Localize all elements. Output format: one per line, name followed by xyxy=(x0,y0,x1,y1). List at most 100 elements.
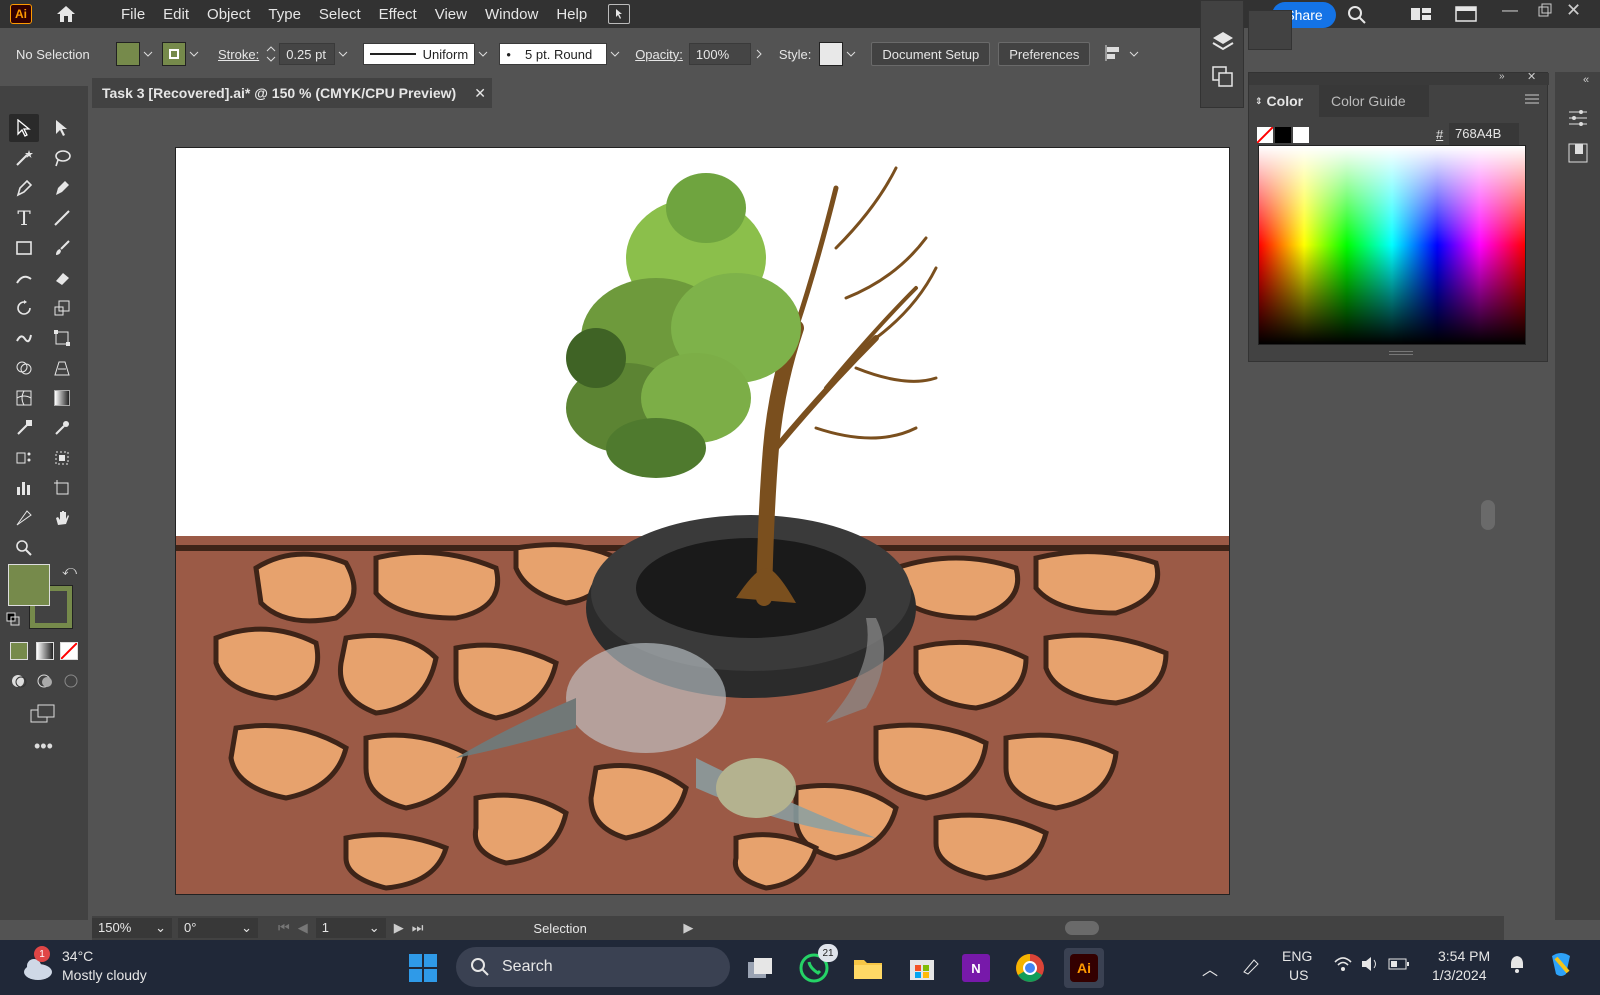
close-panel-icon[interactable]: ✕ xyxy=(1527,70,1536,83)
none-swatch-icon[interactable] xyxy=(1256,126,1274,144)
last-artboard-icon[interactable]: ⏭ xyxy=(412,920,424,936)
menu-view[interactable]: View xyxy=(426,6,476,23)
draw-inside-icon[interactable] xyxy=(62,672,80,693)
color-spectrum[interactable] xyxy=(1258,145,1526,345)
menu-window[interactable]: Window xyxy=(476,6,547,23)
task-view-icon[interactable] xyxy=(740,948,780,988)
none-mode-icon[interactable] xyxy=(60,642,78,660)
home-icon[interactable] xyxy=(54,2,78,26)
menu-object[interactable]: Object xyxy=(198,6,259,23)
clock-date[interactable]: 1/3/2024 xyxy=(1432,967,1487,983)
free-transform-tool-icon[interactable] xyxy=(47,324,77,352)
black-swatch[interactable] xyxy=(1275,127,1291,143)
opacity-chevron-right-icon[interactable] xyxy=(751,43,767,65)
magic-wand-tool-icon[interactable] xyxy=(9,144,39,172)
status-menu-arrow-icon[interactable]: ▶ xyxy=(683,920,693,936)
artboard-tool-icon[interactable] xyxy=(47,474,77,502)
stroke-stepper-icon[interactable] xyxy=(263,43,279,65)
menu-edit[interactable]: Edit xyxy=(154,6,198,23)
warp-tool-icon[interactable] xyxy=(9,324,39,352)
menu-type[interactable]: Type xyxy=(259,6,310,23)
tray-chevron-up-icon[interactable]: ︿ xyxy=(1202,956,1218,980)
white-swatch[interactable] xyxy=(1293,127,1309,143)
stroke-profile-select[interactable]: Uniform xyxy=(363,43,476,65)
slice-tool-icon[interactable] xyxy=(9,504,39,532)
arrange-documents-icon[interactable] xyxy=(608,4,630,24)
collapse-panel-icon[interactable]: » xyxy=(1499,71,1505,82)
selection-tool-icon[interactable] xyxy=(9,114,39,142)
edit-toolbar-more-icon[interactable]: ••• xyxy=(34,736,53,757)
panel-menu-icon[interactable] xyxy=(1525,93,1539,105)
gradient-tool-icon[interactable] xyxy=(47,384,77,412)
paintbrush-tool-icon[interactable] xyxy=(47,234,77,262)
rotate-tool-icon[interactable] xyxy=(9,294,39,322)
fill-color-box[interactable] xyxy=(8,564,50,606)
properties-icon[interactable] xyxy=(1567,108,1589,131)
document-tab[interactable]: Task 3 [Recovered].ai* @ 150 % (CMYK/CPU… xyxy=(92,78,492,108)
style-chevron-icon[interactable] xyxy=(843,43,859,65)
stroke-weight-input[interactable]: 0.25 pt xyxy=(279,43,336,65)
hand-tool-icon[interactable] xyxy=(47,504,77,532)
horizontal-scroll-thumb[interactable] xyxy=(1065,921,1100,935)
layers-icon[interactable] xyxy=(1211,29,1235,56)
language-primary[interactable]: ENG xyxy=(1282,948,1312,964)
menu-select[interactable]: Select xyxy=(310,6,370,23)
lasso-tool-icon[interactable] xyxy=(47,144,77,172)
tab-color[interactable]: ⇕ Color xyxy=(1249,85,1319,117)
onenote-icon[interactable]: N xyxy=(956,948,996,988)
minimize-icon[interactable]: — xyxy=(1502,2,1522,22)
perspective-grid-tool-icon[interactable] xyxy=(47,354,77,382)
notifications-bell-icon[interactable] xyxy=(1508,954,1526,977)
first-artboard-icon[interactable]: ⏮ xyxy=(278,920,290,936)
shape-builder-tool-icon[interactable] xyxy=(9,354,39,382)
restore-icon[interactable] xyxy=(1537,2,1557,22)
windows-start-icon[interactable] xyxy=(403,948,443,988)
default-fill-stroke-icon[interactable] xyxy=(6,612,20,629)
close-window-icon[interactable]: ✕ xyxy=(1566,0,1586,20)
menu-file[interactable]: File xyxy=(112,6,154,23)
pen-tool-icon[interactable] xyxy=(9,174,39,202)
close-tab-icon[interactable]: ✕ xyxy=(474,85,486,102)
artboard-number-select[interactable]: 1 ⌄ xyxy=(315,918,386,938)
chrome-icon[interactable] xyxy=(1010,948,1050,988)
preferences-button[interactable]: Preferences xyxy=(998,42,1091,66)
microsoft-store-icon[interactable] xyxy=(902,948,942,988)
rotation-select[interactable]: 0° ⌄ xyxy=(178,918,258,938)
stroke-dropdown-chevron-icon[interactable] xyxy=(186,43,202,65)
mesh-tool-icon[interactable] xyxy=(9,384,39,412)
previous-artboard-icon[interactable]: ◀ xyxy=(298,920,308,936)
libraries-icon[interactable] xyxy=(1567,142,1589,167)
battery-icon[interactable] xyxy=(1388,958,1410,973)
align-icon[interactable] xyxy=(1104,43,1126,66)
draw-behind-icon[interactable] xyxy=(36,672,54,693)
language-secondary[interactable]: US xyxy=(1289,967,1308,983)
clock-time[interactable]: 3:54 PM xyxy=(1438,948,1490,964)
menu-help[interactable]: Help xyxy=(547,6,596,23)
next-artboard-icon[interactable]: ▶ xyxy=(394,920,404,936)
zoom-select[interactable]: 150% ⌄ xyxy=(92,918,172,938)
tab-color-guide[interactable]: Color Guide xyxy=(1319,85,1429,117)
scale-tool-icon[interactable] xyxy=(47,294,77,322)
weather-cloud-icon[interactable]: 1 xyxy=(20,946,56,982)
stroke-swatch[interactable] xyxy=(162,42,186,66)
live-paint-tool-icon[interactable] xyxy=(47,444,77,472)
hex-input[interactable]: 768A4B xyxy=(1449,123,1519,145)
eyedropper-tool-icon[interactable] xyxy=(47,414,77,442)
direct-selection-tool-icon[interactable] xyxy=(47,114,77,142)
panel-resize-grip[interactable] xyxy=(1389,351,1413,355)
menu-effect[interactable]: Effect xyxy=(370,6,426,23)
illustrator-taskbar-icon[interactable]: Ai xyxy=(1064,948,1104,988)
fill-swatch[interactable] xyxy=(116,42,140,66)
opacity-input[interactable]: 100% xyxy=(688,43,751,65)
line-segment-tool-icon[interactable] xyxy=(47,204,77,232)
panel-layout-icon[interactable] xyxy=(1455,6,1477,22)
volume-icon[interactable] xyxy=(1360,956,1380,975)
gradient-mode-icon[interactable] xyxy=(36,642,54,660)
opacity-label[interactable]: Opacity: xyxy=(635,47,683,62)
eraser-tool-icon[interactable] xyxy=(47,264,77,292)
swap-fill-stroke-icon[interactable]: ⤺ xyxy=(62,562,77,579)
draw-normal-icon[interactable] xyxy=(10,672,28,693)
artboard[interactable] xyxy=(175,147,1230,895)
column-graph-tool-icon[interactable] xyxy=(9,474,39,502)
symbol-sprayer-tool-icon[interactable] xyxy=(9,444,39,472)
